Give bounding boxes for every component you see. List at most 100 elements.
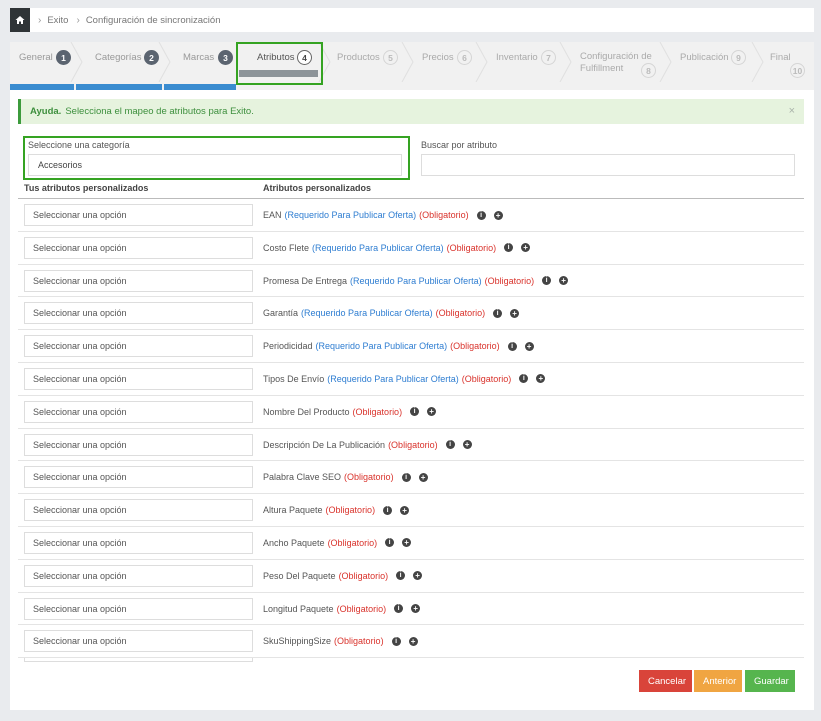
custom-attribute-select[interactable]: Seleccionar una opción bbox=[24, 630, 253, 653]
attribute-info: Nombre Del Producto (Obligatorio) i + bbox=[263, 406, 437, 417]
attribute-info: Periodicidad (Requerido Para Publicar Ofe… bbox=[263, 341, 534, 351]
custom-attribute-select[interactable]: Seleccionar una opción bbox=[24, 269, 253, 292]
attribute-row: Seleccionar una opción Costo Flete (Requer… bbox=[18, 232, 804, 265]
attribute-name: Promesa De Entrega bbox=[263, 275, 348, 286]
plus-circle-icon[interactable]: + bbox=[418, 472, 428, 482]
required-label: (Obligatorio) bbox=[338, 570, 389, 581]
step-productos[interactable]: Productos 5 bbox=[323, 42, 407, 90]
info-icon[interactable]: i bbox=[507, 341, 517, 351]
step-badge: 2 bbox=[144, 50, 159, 65]
attribute-row: Seleccionar una opción Longitud Paquete (O… bbox=[18, 593, 804, 626]
custom-attribute-select[interactable]: Seleccionar una opción bbox=[24, 335, 253, 358]
info-icon[interactable]: i bbox=[391, 636, 401, 646]
plus-circle-icon[interactable]: + bbox=[408, 636, 418, 646]
plus-circle-icon[interactable]: + bbox=[462, 440, 472, 450]
attribute-search-input[interactable] bbox=[421, 154, 795, 176]
step-badge: 8 bbox=[641, 63, 656, 78]
step-badge: 3 bbox=[218, 50, 233, 65]
info-icon[interactable]: i bbox=[504, 243, 514, 253]
step-label: Precios bbox=[422, 52, 454, 63]
info-icon[interactable]: i bbox=[476, 210, 486, 220]
custom-attribute-select[interactable]: Seleccionar una opción bbox=[24, 400, 253, 423]
step-separator bbox=[401, 42, 414, 82]
plus-circle-icon[interactable]: + bbox=[510, 308, 520, 318]
plus-circle-icon[interactable]: + bbox=[402, 538, 412, 548]
info-icon[interactable]: i bbox=[383, 505, 393, 515]
attributes-panel: Ayuda. Selecciona el mapeo de atributos … bbox=[10, 90, 814, 710]
custom-attribute-select[interactable]: Seleccionar una opción bbox=[24, 564, 253, 587]
attribute-row: Seleccionar una opción Periodicidad (Reque… bbox=[18, 330, 804, 363]
close-icon[interactable]: × bbox=[789, 105, 795, 117]
home-icon[interactable] bbox=[10, 8, 30, 32]
attribute-name: EAN bbox=[263, 210, 282, 220]
step-general[interactable]: General 1 bbox=[10, 42, 76, 90]
attribute-name: Nombre Del Producto bbox=[263, 406, 350, 417]
step-fulfillment[interactable]: Configuración de Fulfillment 8 bbox=[565, 42, 665, 90]
required-label: (Obligatorio) bbox=[388, 439, 438, 450]
custom-attribute-select[interactable]: Seleccionar una opción bbox=[24, 531, 253, 554]
custom-attribute-select[interactable]: Seleccionar una opción bbox=[24, 499, 253, 522]
info-icon[interactable]: i bbox=[542, 276, 552, 286]
chevron-right-icon: › bbox=[38, 14, 42, 26]
attribute-info: Longitud Paquete (Obligatorio) i + bbox=[263, 604, 421, 614]
step-badge: 1 bbox=[56, 50, 71, 65]
info-icon[interactable]: i bbox=[410, 407, 420, 417]
save-button[interactable]: Guardar bbox=[745, 670, 795, 692]
info-icon[interactable]: i bbox=[385, 538, 395, 548]
attribute-name: Periodicidad bbox=[263, 341, 313, 352]
required-label: (Obligatorio) bbox=[352, 406, 403, 417]
plus-circle-icon[interactable]: + bbox=[536, 374, 546, 384]
plus-circle-icon[interactable]: + bbox=[521, 243, 531, 253]
plus-circle-icon[interactable]: + bbox=[400, 505, 410, 515]
info-icon[interactable]: i bbox=[396, 571, 406, 581]
attribute-info: Ancho Paquete (Obligatorio) i + bbox=[263, 538, 412, 548]
info-icon[interactable]: i bbox=[519, 374, 529, 384]
step-final[interactable]: Final 10 bbox=[757, 42, 814, 90]
required-label: (Obligatorio) bbox=[344, 472, 394, 483]
plus-circle-icon[interactable]: + bbox=[413, 571, 423, 581]
required-label: (Obligatorio) bbox=[435, 308, 486, 319]
plus-circle-icon[interactable]: + bbox=[411, 604, 421, 614]
step-precios[interactable]: Precios 6 bbox=[407, 42, 481, 90]
plus-circle-icon[interactable]: + bbox=[427, 407, 437, 417]
required-publish-label: (Requerido Para Publicar Oferta) bbox=[312, 242, 444, 253]
plus-circle-icon[interactable]: + bbox=[559, 276, 569, 286]
attribute-row: Seleccionar una opción Palabra Clave SEO(… bbox=[18, 461, 804, 495]
custom-attribute-select[interactable]: Seleccionar una opción bbox=[24, 367, 253, 390]
category-select[interactable]: Accesorios bbox=[28, 154, 402, 176]
breadcrumb-item-exito[interactable]: Exito bbox=[47, 15, 68, 26]
info-icon[interactable]: i bbox=[394, 604, 404, 614]
custom-attribute-select[interactable]: Seleccionar una opción bbox=[24, 302, 253, 325]
plus-circle-icon[interactable]: + bbox=[493, 210, 503, 220]
cancel-button[interactable]: Cancelar bbox=[639, 670, 692, 692]
info-icon[interactable]: i bbox=[493, 308, 503, 318]
info-icon[interactable]: i bbox=[445, 440, 455, 450]
custom-attribute-select[interactable]: Seleccionar una opción bbox=[24, 597, 253, 620]
info-icon[interactable]: i bbox=[401, 472, 411, 482]
step-publicacion[interactable]: Publicación 9 bbox=[665, 42, 757, 90]
plus-circle-icon[interactable]: + bbox=[524, 341, 534, 351]
required-label: (Obligatorio) bbox=[419, 210, 469, 220]
previous-button[interactable]: Anterior bbox=[694, 670, 742, 692]
step-badge: 6 bbox=[457, 50, 472, 65]
attribute-row: Seleccionar una opción Nombre Del Product… bbox=[18, 396, 804, 429]
required-label: (Obligatorio) bbox=[461, 373, 512, 384]
attribute-row: Seleccionar una opción Peso Del Paquete (O… bbox=[18, 560, 804, 593]
step-marcas[interactable]: Marcas 3 bbox=[164, 42, 238, 90]
step-categorias[interactable]: Categorías 2 bbox=[76, 42, 164, 90]
next-row-stub bbox=[24, 658, 253, 662]
attribute-row: Seleccionar una opción Altura Paquete (Obl… bbox=[18, 494, 804, 527]
required-label: (Obligatorio) bbox=[484, 275, 535, 286]
custom-attribute-select[interactable]: Seleccionar una opción bbox=[24, 466, 253, 489]
step-badge: 5 bbox=[383, 50, 398, 65]
custom-attribute-select[interactable]: Seleccionar una opción bbox=[24, 236, 253, 259]
step-label: Inventario bbox=[496, 52, 538, 63]
custom-attribute-select[interactable]: Seleccionar una opción bbox=[24, 204, 253, 226]
attribute-list: Seleccionar una opción EAN (Requerido Para… bbox=[18, 199, 804, 659]
step-label: General bbox=[19, 52, 53, 63]
attribute-row: Seleccionar una opción Garantía (Requerido… bbox=[18, 297, 804, 331]
custom-attribute-select[interactable]: Seleccionar una opción bbox=[24, 433, 253, 456]
search-label: Buscar por atributo bbox=[421, 140, 498, 150]
step-inventario[interactable]: Inventario 7 bbox=[481, 42, 565, 90]
column-header-custom: Tus atributos personalizados bbox=[24, 183, 149, 193]
